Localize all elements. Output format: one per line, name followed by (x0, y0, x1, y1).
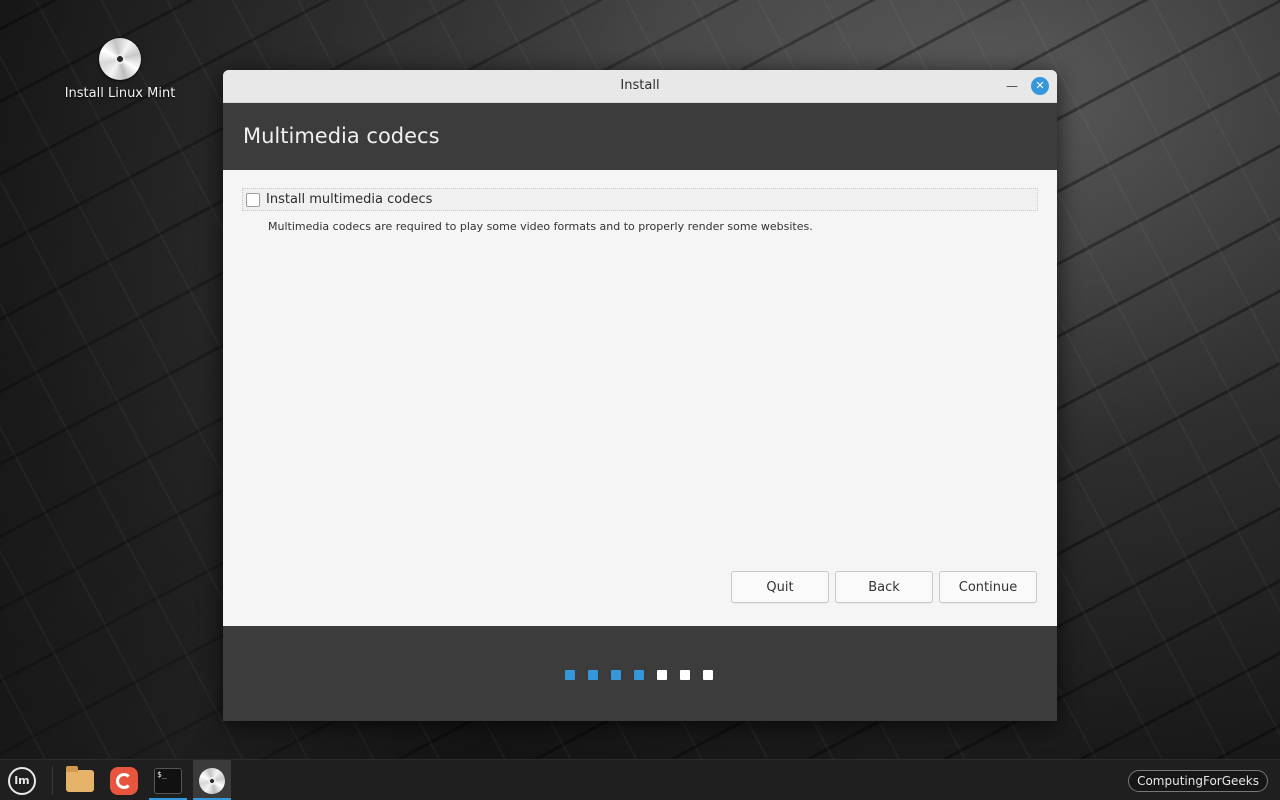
folder-icon (66, 765, 94, 792)
quit-button[interactable]: Quit (731, 571, 829, 603)
close-icon[interactable]: ✕ (1031, 77, 1049, 95)
watermark-badge: ComputingForGeeks (1128, 770, 1268, 792)
mint-logo-icon: lm (8, 766, 36, 795)
codecs-checkbox-row[interactable]: Install multimedia codecs (242, 188, 1038, 211)
step-dot-pending (680, 670, 690, 680)
step-dot-pending (657, 670, 667, 680)
desktop-icon-install-linux-mint[interactable]: Install Linux Mint (58, 38, 182, 101)
continue-button[interactable]: Continue (939, 571, 1037, 603)
menu-button[interactable]: lm (3, 760, 41, 800)
taskbar-separator (52, 766, 53, 795)
taskbar-firefox[interactable] (105, 760, 143, 800)
window-titlebar[interactable]: Install — ✕ (223, 70, 1057, 103)
terminal-icon: $_ (154, 767, 182, 794)
page-header: Multimedia codecs (223, 103, 1057, 170)
codecs-checkbox-label[interactable]: Install multimedia codecs (266, 192, 432, 207)
back-button[interactable]: Back (835, 571, 933, 603)
page-title: Multimedia codecs (243, 124, 440, 148)
taskbar-terminal[interactable]: $_ (149, 760, 187, 800)
taskbar: lm $_ ComputingForGeeks (0, 759, 1280, 800)
codecs-checkbox[interactable] (246, 192, 260, 207)
window-title: Install (620, 78, 660, 93)
taskbar-installer[interactable] (193, 760, 231, 800)
step-dot-pending (703, 670, 713, 680)
step-indicator (565, 670, 713, 680)
page-content: Install multimedia codecs Multimedia cod… (223, 170, 1057, 626)
button-bar: Quit Back Continue (731, 571, 1037, 603)
step-dot-complete (565, 670, 575, 680)
installer-window: Install — ✕ Multimedia codecs Install mu… (223, 70, 1057, 721)
taskbar-files[interactable] (61, 760, 99, 800)
firefox-icon (110, 766, 138, 795)
disc-icon (199, 767, 225, 794)
minimize-icon[interactable]: — (1003, 77, 1021, 95)
desktop-icon-label: Install Linux Mint (64, 86, 176, 101)
step-dot-complete (634, 670, 644, 680)
codecs-description: Multimedia codecs are required to play s… (268, 220, 813, 233)
step-dot-complete (611, 670, 621, 680)
step-dot-complete (588, 670, 598, 680)
disc-icon (99, 38, 141, 80)
progress-footer (223, 626, 1057, 721)
desktop: Install Linux Mint Install — ✕ Multimedi… (0, 0, 1280, 800)
